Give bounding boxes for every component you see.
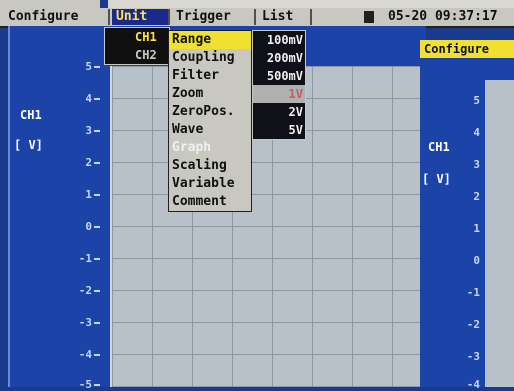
menu-item-wave[interactable]: Wave [169,121,251,139]
channel-menu-item[interactable]: CH2 [105,46,169,64]
menu-item-zeropos[interactable]: ZeroPos. [169,103,251,121]
menu-item-comment[interactable]: Comment [169,193,251,211]
y-tick: -1 [466,286,480,299]
y-tick: -4 [466,378,480,391]
y-tick: 5 [10,60,100,73]
unit-label: [ V] [14,138,43,152]
menu-item-zoom[interactable]: Zoom [169,85,251,103]
unit-submenu: Range Coupling Filter Zoom ZeroPos. Wave… [168,30,252,212]
y-tick: -3 [466,350,480,363]
range-option[interactable]: 100mV [253,31,305,49]
menu-item-graph: Graph [172,140,212,155]
y-tick: 3 [10,124,100,137]
menu-bar: Configure Unit Trigger List 05-20 09:37:… [0,8,514,28]
chart-window-right: Configure CH1 [ V] 5 4 3 2 1 0 -1 -2 -3 … [420,40,514,391]
menu-item-variable[interactable]: Variable [169,175,251,193]
window-frame-top [108,0,514,8]
range-option[interactable]: 500mV [253,67,305,85]
y-tick: 2 [10,156,100,169]
range-submenu: 100mV 200mV 500mV 1V 2V 5V [252,30,306,140]
datetime-display: 05-20 09:37:17 [388,9,498,24]
y-tick: -5 [10,378,100,391]
y-tick: -4 [10,348,100,361]
range-option[interactable]: 2V [253,103,305,121]
y-tick: 5 [473,94,480,107]
channel-menu-item[interactable]: CH1 [105,28,169,46]
range-option[interactable]: 5V [253,121,305,139]
y-tick: -1 [10,252,100,265]
y-tick: 0 [473,254,480,267]
channel-dropdown: CH1 CH2 [104,27,170,65]
plot-area[interactable] [485,80,514,387]
menu-item-range[interactable]: Range [169,31,251,49]
y-tick: -2 [466,318,480,331]
y-tick: 1 [473,222,480,235]
range-option[interactable]: 200mV [253,49,305,67]
y-tick: 4 [473,126,480,139]
y-tick: 0 [10,220,100,233]
menu-list[interactable]: List [258,9,312,25]
y-tick: -3 [10,316,100,329]
disk-icon [364,11,374,23]
y-tick: 3 [473,158,480,171]
channel-label: CH1 [20,108,42,122]
channel-label: CH1 [428,140,450,154]
menu-trigger[interactable]: Trigger [172,9,256,25]
background-panel [0,0,100,8]
y-tick: 2 [473,190,480,203]
menu-unit[interactable]: Unit [112,9,170,25]
menu-configure[interactable]: Configure [4,9,110,25]
unit-label: [ V] [422,172,451,186]
window-title: Configure [420,40,514,58]
y-tick: 4 [10,92,100,105]
range-option: 1V [253,85,305,103]
y-tick: -2 [10,284,100,297]
menu-item-filter[interactable]: Filter [169,67,251,85]
y-tick: 1 [10,188,100,201]
menu-item-scaling[interactable]: Scaling [169,157,251,175]
menu-item-coupling[interactable]: Coupling [169,49,251,67]
